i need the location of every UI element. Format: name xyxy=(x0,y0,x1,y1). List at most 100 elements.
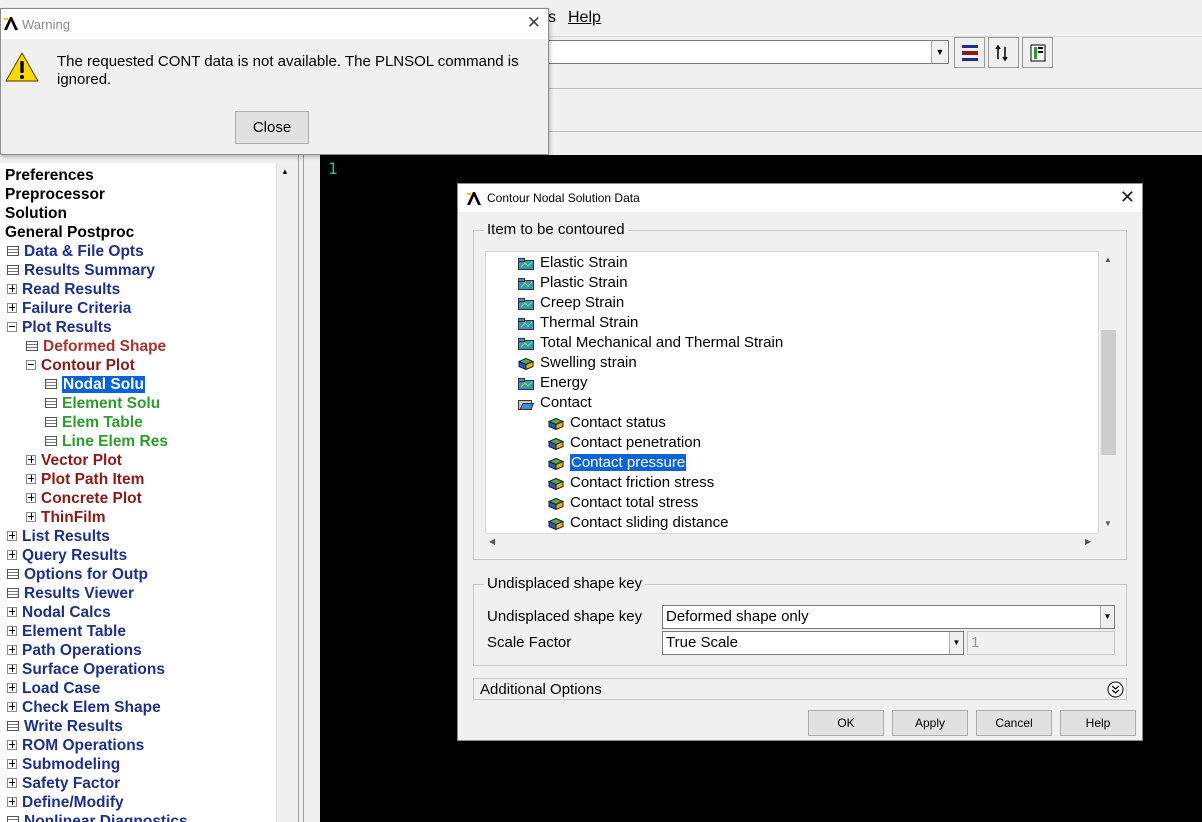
scroll-thumb[interactable] xyxy=(1101,330,1116,455)
menu-tree-item[interactable]: Define/Modify xyxy=(7,793,124,812)
menu-tree-item[interactable]: Path Operations xyxy=(7,641,142,660)
contour-item[interactable]: Contact total stress xyxy=(547,493,698,513)
help-button[interactable]: Help xyxy=(1060,710,1136,736)
item-tree-list[interactable]: Elastic Strain Plastic Strain Creep Strain… xyxy=(485,251,1099,534)
expand-plus-icon[interactable] xyxy=(7,796,17,807)
vertical-scrollbar[interactable]: ▲ ▼ xyxy=(1100,251,1117,534)
menu-tree-item[interactable]: Element Solu xyxy=(45,394,160,413)
menu-tree-item[interactable]: Preferences xyxy=(5,166,94,185)
menu-tree-item[interactable]: Data & File Opts xyxy=(7,242,144,261)
menu-tree-item[interactable]: Concrete Plot xyxy=(26,489,142,508)
expand-plus-icon[interactable] xyxy=(7,549,17,560)
collapse-minus-icon[interactable] xyxy=(7,321,17,332)
expand-plus-icon[interactable] xyxy=(26,454,36,465)
contour-item[interactable]: Contact xyxy=(518,393,592,413)
close-button[interactable]: Close xyxy=(235,111,309,144)
close-icon[interactable]: ✕ xyxy=(527,13,541,33)
splitter[interactable] xyxy=(293,140,320,822)
expand-plus-icon[interactable] xyxy=(7,644,17,655)
menu-item-help[interactable]: Help xyxy=(568,9,601,27)
menu-tree-item[interactable]: Results Summary xyxy=(7,261,155,280)
horizontal-scrollbar[interactable]: ◀ ▶ xyxy=(485,534,1099,550)
toolbar-button-3[interactable] xyxy=(1022,37,1053,68)
command-input[interactable]: ▼ xyxy=(545,40,949,64)
menu-tree-item[interactable]: Failure Criteria xyxy=(7,299,131,318)
scroll-right-icon[interactable]: ▶ xyxy=(1085,537,1091,546)
menu-tree-item[interactable]: Deformed Shape xyxy=(26,337,166,356)
scroll-down-icon[interactable]: ▼ xyxy=(1104,519,1112,528)
menu-tree-item[interactable]: List Results xyxy=(7,527,110,546)
apply-button[interactable]: Apply xyxy=(892,710,968,736)
menu-tree-item[interactable]: Plot Results xyxy=(7,318,112,337)
expand-plus-icon[interactable] xyxy=(7,739,17,750)
expand-plus-icon[interactable] xyxy=(7,530,17,541)
menu-item-partial[interactable]: s xyxy=(548,9,556,27)
menu-tree-item[interactable]: Results Viewer xyxy=(7,584,134,603)
expand-plus-icon[interactable] xyxy=(26,473,36,484)
menu-tree-item[interactable]: ThinFilm xyxy=(26,508,106,527)
toolbar-button-1[interactable] xyxy=(954,37,985,68)
expand-plus-icon[interactable] xyxy=(7,682,17,693)
expand-chevron-icon[interactable] xyxy=(1107,681,1124,698)
dialog-titlebar[interactable]: Contour Nodal Solution Data ✕ xyxy=(458,184,1142,212)
scroll-up-icon[interactable]: ▲ xyxy=(277,163,293,180)
menu-tree-item[interactable]: Query Results xyxy=(7,546,127,565)
contour-item[interactable]: Energy xyxy=(518,373,588,393)
undisplaced-shape-select[interactable]: Deformed shape only ▼ xyxy=(662,605,1115,629)
additional-options-bar[interactable]: Additional Options xyxy=(473,678,1127,700)
chevron-down-icon[interactable]: ▼ xyxy=(1100,606,1114,628)
contour-item[interactable]: Contact penetration xyxy=(547,433,701,453)
ok-button[interactable]: OK xyxy=(808,710,884,736)
warning-titlebar[interactable]: Warning ✕ xyxy=(1,9,548,39)
menu-tree-item[interactable]: Preprocessor xyxy=(5,185,105,204)
scroll-up-icon[interactable]: ▲ xyxy=(1104,255,1112,264)
expand-plus-icon[interactable] xyxy=(7,777,17,788)
toolbar-button-2[interactable] xyxy=(988,37,1019,68)
menu-tree-item[interactable]: Elem Table xyxy=(45,413,143,432)
menu-tree-item[interactable]: Line Elem Res xyxy=(45,432,168,451)
menu-tree-item[interactable]: ROM Operations xyxy=(7,736,144,755)
expand-plus-icon[interactable] xyxy=(7,302,17,313)
menu-tree-item[interactable]: Nonlinear Diagnostics xyxy=(7,812,188,822)
contour-item[interactable]: Elastic Strain xyxy=(518,253,628,273)
contour-item[interactable]: Contact sliding distance xyxy=(547,513,728,533)
menu-tree-item[interactable]: Safety Factor xyxy=(7,774,120,793)
contour-item[interactable]: Swelling strain xyxy=(517,353,637,373)
menu-tree-item[interactable]: Solution xyxy=(5,204,67,223)
expand-plus-icon[interactable] xyxy=(7,283,17,294)
close-icon[interactable]: ✕ xyxy=(1120,187,1135,208)
chevron-down-icon[interactable]: ▼ xyxy=(949,632,963,654)
menu-tree-item[interactable]: Surface Operations xyxy=(7,660,165,679)
contour-item[interactable]: Creep Strain xyxy=(518,293,624,313)
cancel-button[interactable]: Cancel xyxy=(976,710,1052,736)
scale-factor-input[interactable]: 1 xyxy=(967,631,1115,655)
scale-factor-select[interactable]: True Scale ▼ xyxy=(662,631,964,655)
menu-tree-item[interactable]: Nodal Solu xyxy=(45,375,145,394)
collapse-minus-icon[interactable] xyxy=(26,359,36,370)
tree-scrollbar[interactable]: ▲ xyxy=(276,163,293,822)
menu-tree-item[interactable]: Nodal Calcs xyxy=(7,603,111,622)
contour-item[interactable]: Plastic Strain xyxy=(518,273,628,293)
menu-tree-item[interactable]: Write Results xyxy=(7,717,123,736)
menu-tree-item[interactable]: Vector Plot xyxy=(26,451,122,470)
main-menu-tree[interactable]: Preferences Preprocessor Solution General P… xyxy=(0,163,276,822)
menu-tree-item[interactable]: Submodeling xyxy=(7,755,120,774)
contour-item[interactable]: Contact friction stress xyxy=(547,473,714,493)
expand-plus-icon[interactable] xyxy=(26,492,36,503)
contour-item[interactable]: Thermal Strain xyxy=(518,313,638,333)
contour-item[interactable]: Total Mechanical and Thermal Strain xyxy=(518,333,783,353)
menu-tree-item[interactable]: Element Table xyxy=(7,622,126,641)
contour-item[interactable]: Contact pressure xyxy=(547,453,687,473)
chevron-down-icon[interactable]: ▼ xyxy=(931,41,948,63)
contour-item[interactable]: Contact status xyxy=(547,413,666,433)
expand-plus-icon[interactable] xyxy=(7,606,17,617)
expand-plus-icon[interactable] xyxy=(7,663,17,674)
menu-tree-item[interactable]: Options for Outp xyxy=(7,565,148,584)
menu-tree-item[interactable]: Load Case xyxy=(7,679,100,698)
expand-plus-icon[interactable] xyxy=(26,511,36,522)
expand-plus-icon[interactable] xyxy=(7,701,17,712)
menu-tree-item[interactable]: Read Results xyxy=(7,280,120,299)
menu-tree-item[interactable]: Contour Plot xyxy=(26,356,135,375)
menu-tree-item[interactable]: General Postproc xyxy=(5,223,134,242)
expand-plus-icon[interactable] xyxy=(7,625,17,636)
